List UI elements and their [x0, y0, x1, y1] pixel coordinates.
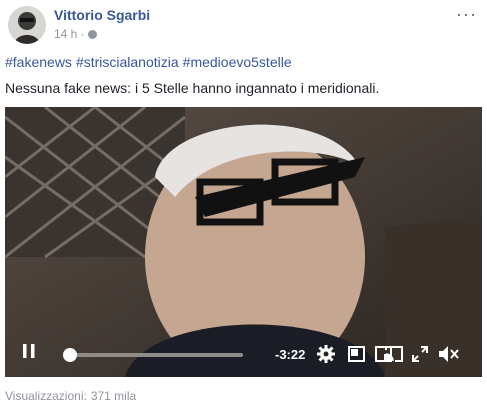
fullscreen-icon[interactable]	[412, 346, 428, 366]
time-remaining: -3:22	[275, 347, 306, 362]
hashtags: #fakenews #striscialanotizia #medioevo5ste…	[5, 54, 296, 70]
views-count: 371 mila	[90, 389, 137, 403]
avatar[interactable]	[8, 6, 46, 44]
pause-icon[interactable]	[23, 344, 35, 362]
picture-in-picture-icon[interactable]	[348, 346, 365, 366]
hashtag-striscialanotizia[interactable]: #striscialanotizia	[76, 54, 179, 70]
view-count: Visualizzazioni: 371 mila	[5, 389, 136, 403]
cast-icon[interactable]	[385, 346, 403, 366]
progress-knob[interactable]	[63, 348, 78, 362]
video-controls: -3:22	[5, 331, 482, 377]
post-text: Nessuna fake news: i 5 Stelle hanno inga…	[5, 80, 380, 96]
views-label: Visualizzazioni:	[5, 389, 87, 403]
hashtag-medioevo5stelle[interactable]: #medioevo5stelle	[183, 54, 292, 70]
progress-bar[interactable]	[63, 348, 243, 362]
video-player[interactable]: -3:22	[5, 107, 482, 377]
post-meta: 14 h ·	[54, 27, 98, 41]
more-icon[interactable]: ···	[456, 4, 477, 25]
post-card: Vittorio Sgarbi 14 h · ··· #fakenews #str…	[0, 0, 487, 412]
author-name[interactable]: Vittorio Sgarbi	[54, 7, 150, 23]
globe-icon	[88, 29, 98, 39]
meta-separator: ·	[80, 27, 85, 41]
volume-muted-icon[interactable]	[438, 345, 460, 367]
post-time[interactable]: 14 h	[54, 27, 77, 41]
gear-icon[interactable]	[317, 345, 335, 367]
hashtag-fakenews[interactable]: #fakenews	[5, 54, 72, 70]
